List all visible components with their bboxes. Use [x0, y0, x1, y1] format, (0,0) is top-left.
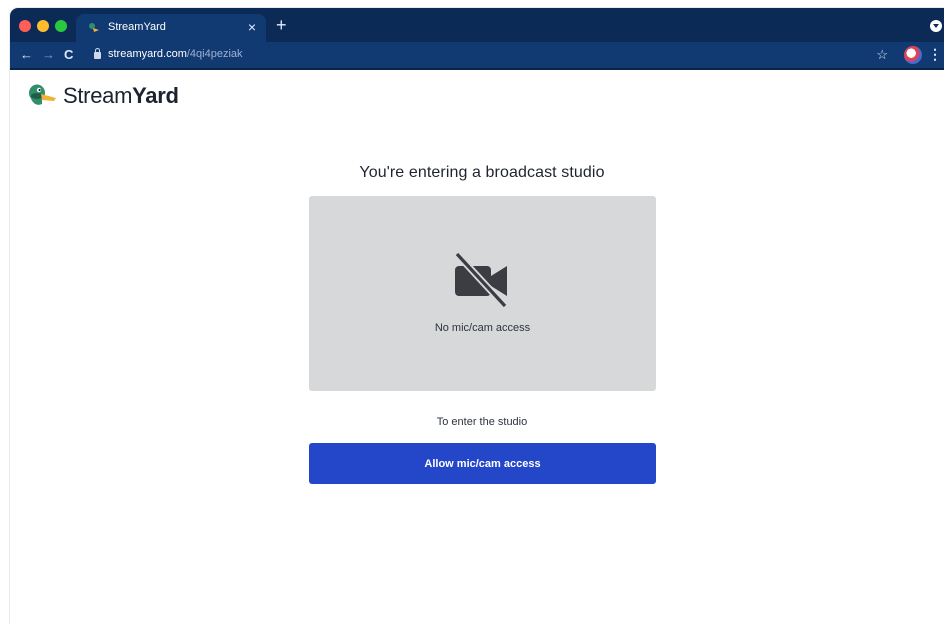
tab-search-icon[interactable] — [930, 20, 942, 32]
tab-title: StreamYard — [108, 21, 166, 33]
reload-button[interactable]: C — [64, 47, 73, 63]
allow-mic-cam-button[interactable]: Allow mic/cam access — [309, 443, 656, 484]
bookmark-star-icon[interactable]: ☆ — [876, 47, 888, 63]
tab-streamyard[interactable]: StreamYard × — [76, 14, 266, 42]
page-title: You're entering a broadcast studio — [359, 164, 605, 181]
brand-name: StreamYard — [63, 83, 179, 109]
back-button[interactable]: ← — [20, 47, 33, 63]
camera-off-icon — [454, 252, 508, 308]
browser-menu-icon[interactable]: ⋮ — [928, 46, 942, 63]
url-domain: streamyard.com — [108, 48, 187, 60]
maximize-window-button[interactable] — [55, 20, 67, 32]
profile-avatar[interactable] — [904, 46, 922, 64]
duck-logo-icon — [29, 84, 56, 105]
streamyard-logo[interactable]: StreamYard — [27, 82, 179, 110]
url-path: /4qi4peziak — [186, 48, 243, 60]
page-content: StreamYard You're entering a broadcast s… — [10, 70, 944, 624]
enter-studio-text: To enter the studio — [436, 416, 528, 428]
browser-window: StreamYard × + ← → C streamyard.com/4qi4… — [10, 8, 944, 624]
no-access-caption: No mic/cam access — [434, 322, 531, 334]
browser-titlebar: StreamYard × + — [10, 8, 944, 42]
close-tab-icon[interactable]: × — [248, 18, 256, 36]
lock-icon[interactable] — [94, 48, 101, 59]
close-window-button[interactable] — [19, 20, 31, 32]
browser-toolbar: ← → C streamyard.com/4qi4peziak ☆ ⋮ — [10, 42, 944, 70]
brand-name-light: Stream — [63, 83, 133, 108]
new-tab-button[interactable]: + — [276, 16, 287, 34]
forward-button[interactable]: → — [42, 47, 55, 63]
minimize-window-button[interactable] — [37, 20, 49, 32]
brand-name-bold: Yard — [132, 83, 179, 108]
duck-favicon-icon — [89, 23, 99, 32]
address-bar[interactable]: streamyard.com/4qi4peziak — [108, 48, 243, 60]
camera-preview: No mic/cam access — [309, 196, 656, 391]
